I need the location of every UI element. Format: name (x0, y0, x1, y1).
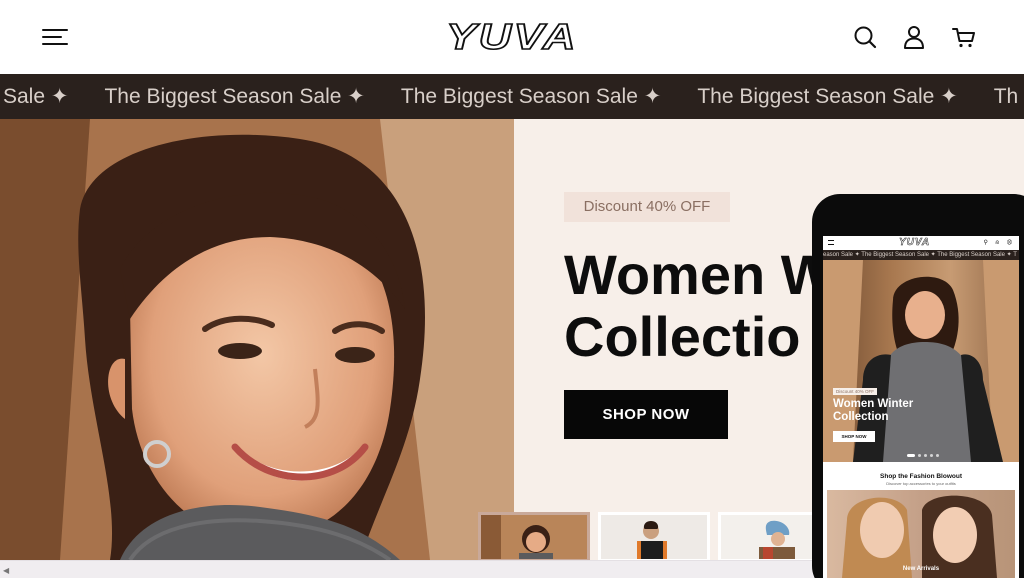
discount-badge: Discount 40% OFF (564, 192, 730, 222)
phone-header-icons: ⚲ ⍝ ⛒ (983, 240, 1015, 246)
phone-hero-title-line: Women Winter (833, 398, 914, 410)
search-icon[interactable] (852, 24, 878, 50)
hero-title-line: Collectio (564, 305, 801, 368)
phone-card-label: New Arrivals (902, 566, 940, 572)
announcement-bar: Sale ✦ The Biggest Season Sale ✦ The Big… (0, 74, 1024, 119)
menu-icon[interactable] (42, 27, 68, 47)
announcement-text: Sale ✦ (3, 85, 69, 108)
hero-image (0, 119, 514, 560)
announcement-text: The Biggest Season Sale ✦ (104, 85, 365, 108)
announcement-text: The Biggest Season Sale ✦ (697, 85, 958, 108)
phone-section-title: Shop the Fashion Blowout (880, 473, 962, 480)
phone-screen: YUVA ⚲ ⍝ ⛒ eason Sale ✦ The Biggest Seas… (823, 236, 1019, 578)
phone-hero-title: Women Winter Collection (833, 398, 913, 424)
hero-title-line: Women W (564, 243, 834, 306)
page: YUVA Sale ✦ The Biggest Season Sale ✦ Th… (0, 0, 1024, 578)
scroll-left-icon[interactable]: ◀ (3, 566, 9, 575)
site-logo[interactable]: YUVA (407, 14, 617, 60)
phone-logo: YUVA (899, 237, 931, 249)
hero-title: Women W Collectio (564, 244, 834, 368)
phone-header: YUVA ⚲ ⍝ ⛒ (823, 236, 1019, 250)
announcement-text: The Biggest Season Sale ✦ (400, 85, 662, 108)
phone-shop-now-button: SHOP NOW (833, 431, 875, 442)
phone-menu-icon (828, 240, 834, 245)
shop-now-button[interactable]: SHOP NOW (564, 390, 728, 439)
phone-carousel-dots (907, 454, 939, 457)
phone-section-subtitle: Discover top accessories to your outfits (886, 481, 956, 486)
phone-announcement-bar: eason Sale ✦ The Biggest Season Sale ✦ T… (823, 250, 1019, 260)
slide-thumbnail[interactable] (478, 512, 590, 562)
user-icon[interactable] (901, 24, 927, 50)
slide-thumbnail[interactable] (598, 512, 710, 562)
phone-discount-badge: Discount 40% OFF (833, 388, 878, 395)
announcement-text: Th (993, 84, 1019, 108)
phone-hero-title-line: Collection (833, 411, 889, 423)
site-header: YUVA (0, 0, 1024, 74)
phone-collection-card: New Arrivals (827, 490, 1015, 578)
cart-icon[interactable] (951, 24, 977, 50)
